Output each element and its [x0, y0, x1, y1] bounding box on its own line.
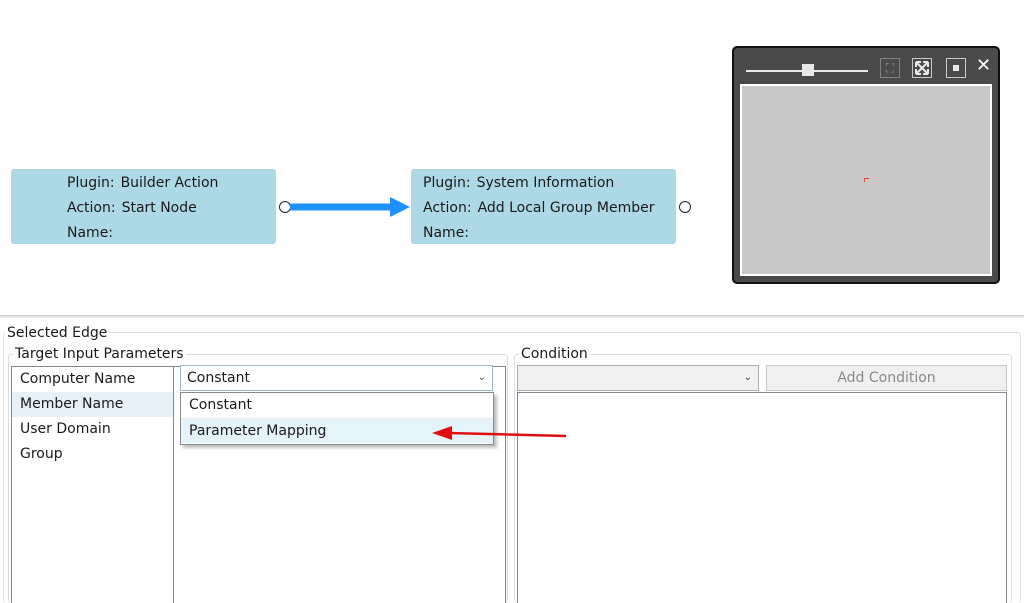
add-local-group-member-node[interactable]: Plugin: System Information Action: Add Loc…: [411, 169, 676, 244]
node-plugin-label: Plugin:: [67, 175, 115, 191]
minimap-viewport[interactable]: [740, 84, 992, 276]
node-name-label: Name:: [67, 225, 114, 241]
chevron-down-icon: ⌄: [743, 372, 752, 383]
condition-title: Condition: [519, 346, 590, 362]
parameter-list[interactable]: Computer Name Member Name User Domain Gr…: [11, 366, 174, 603]
target-input-parameters-title: Target Input Parameters: [13, 346, 186, 362]
node-plugin-label: Plugin:: [423, 175, 471, 191]
close-icon[interactable]: ✕: [976, 55, 991, 76]
start-node[interactable]: Plugin: Builder Action Action: Start Node …: [11, 169, 276, 244]
node-plugin-value: System Information: [476, 175, 615, 191]
zoom-slider-thumb[interactable]: [802, 64, 814, 76]
center-icon[interactable]: [946, 58, 966, 78]
node-action-label: Action:: [67, 200, 116, 216]
panel-splitter[interactable]: [0, 315, 1024, 318]
add-condition-button[interactable]: Add Condition: [766, 365, 1007, 391]
node-action-label: Action:: [423, 200, 472, 216]
output-port[interactable]: [679, 201, 691, 213]
selected-edge-title: Selected Edge: [5, 325, 110, 341]
node-name-label: Name:: [423, 225, 470, 241]
node-plugin-value: Builder Action: [120, 175, 219, 191]
list-item[interactable]: Group: [12, 442, 173, 467]
option-constant[interactable]: Constant: [181, 393, 493, 418]
expand-icon[interactable]: [912, 58, 932, 78]
list-item[interactable]: Computer Name: [12, 367, 173, 392]
list-item[interactable]: User Domain: [12, 417, 173, 442]
viewport-marker: [864, 178, 869, 182]
fit-icon[interactable]: ⛶: [880, 58, 900, 78]
condition-list[interactable]: [517, 392, 1007, 603]
node-action-value: Add Local Group Member: [477, 200, 655, 216]
edge-connector[interactable]: [290, 196, 412, 218]
minimap-panel: ⛶ ✕: [732, 46, 1000, 284]
mapping-type-select[interactable]: Constant ⌄: [180, 365, 493, 391]
chevron-down-icon: ⌄: [477, 372, 486, 383]
mapping-type-value: Constant: [187, 370, 250, 386]
list-item[interactable]: Member Name: [12, 392, 173, 417]
annotation-arrow: [432, 426, 567, 440]
node-action-value: Start Node: [121, 200, 197, 216]
condition-select[interactable]: ⌄: [517, 365, 759, 391]
